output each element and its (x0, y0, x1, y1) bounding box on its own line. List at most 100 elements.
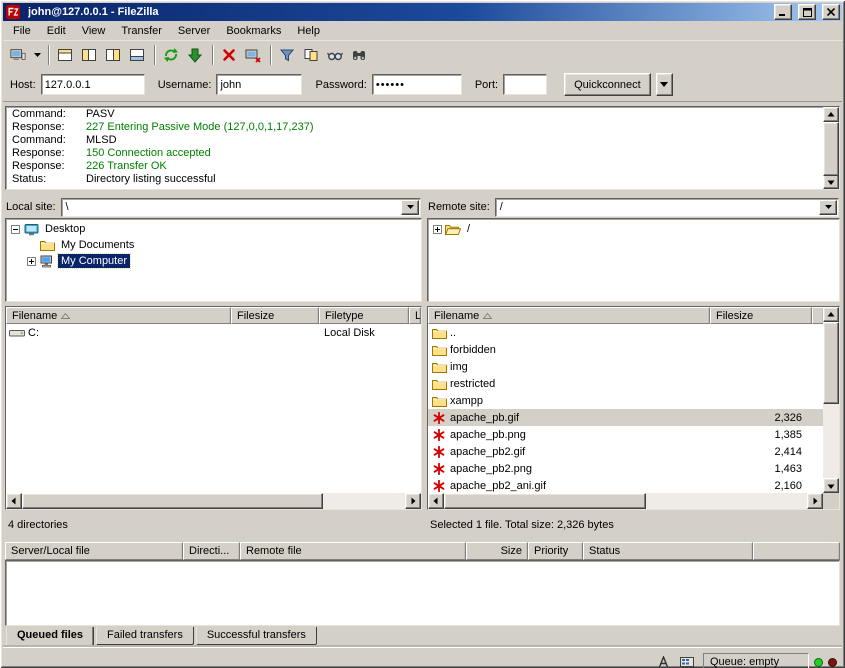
menu-item-transfer[interactable]: Transfer (113, 23, 170, 39)
local-site-dropdown-icon[interactable] (401, 200, 419, 215)
port-input[interactable] (503, 74, 547, 95)
remote-file-row[interactable]: apache_pb2.png1,463 (428, 460, 823, 477)
remote-file-row[interactable]: apache_pb.png1,385 (428, 426, 823, 443)
remote-file-row[interactable]: .. (428, 324, 823, 341)
local-column-filetype[interactable]: Filetype (319, 307, 409, 324)
toggle-log-button[interactable] (54, 44, 78, 66)
tab-successful-transfers[interactable]: Successful transfers (196, 627, 317, 645)
local-directory-tree[interactable]: DesktopMy DocumentsMy Computer (5, 218, 422, 302)
toggle-remote-tree-button[interactable] (102, 44, 126, 66)
remote-file-row[interactable]: apache_pb.gif2,326 (428, 409, 823, 426)
scroll-right-icon[interactable] (807, 493, 823, 509)
scroll-left-icon[interactable] (6, 493, 22, 509)
remote-site-combobox[interactable]: / (495, 198, 839, 217)
cancel-button[interactable] (218, 44, 242, 66)
queue-column-directi[interactable]: Directi... (183, 542, 240, 560)
maximize-button[interactable] (798, 4, 816, 20)
menu-item-view[interactable]: View (74, 23, 114, 39)
remote-file-list[interactable]: FilenameFilesize .. forbidden imgrestricte… (427, 306, 840, 510)
local-tree-item-desktop[interactable]: Desktop (6, 221, 421, 237)
remote-file-row[interactable]: xampp (428, 392, 823, 409)
menu-item-help[interactable]: Help (289, 23, 328, 39)
scroll-down-icon[interactable] (823, 478, 839, 493)
disconnect-button[interactable] (242, 44, 266, 66)
menu-item-bookmarks[interactable]: Bookmarks (218, 23, 289, 39)
remote-file-row[interactable]: forbidden (428, 341, 823, 358)
menu-item-edit[interactable]: Edit (39, 23, 74, 39)
local-file-row[interactable]: C:Local Disk (6, 324, 421, 341)
compare-button[interactable] (300, 44, 324, 66)
scrollbar-track[interactable] (823, 322, 839, 478)
scrollbar-thumb[interactable] (22, 493, 323, 509)
host-input[interactable] (41, 74, 145, 95)
process-queue-button[interactable] (184, 44, 208, 66)
log-vertical-scrollbar[interactable] (823, 107, 839, 189)
local-file-list-body[interactable]: C:Local Disk (6, 324, 421, 493)
message-log[interactable]: Command:PASVResponse:227 Entering Passiv… (5, 106, 840, 190)
local-column-l[interactable]: L (409, 307, 421, 324)
local-column-filename[interactable]: Filename (6, 307, 231, 324)
scrollbar-thumb[interactable] (823, 322, 839, 404)
queue-column-status[interactable]: Status (583, 542, 753, 560)
queue-column-size[interactable]: Size (466, 542, 528, 560)
remote-column-filesize[interactable]: Filesize (710, 307, 812, 324)
transfer-queue-body[interactable] (5, 560, 840, 626)
remote-file-row[interactable]: img (428, 358, 823, 375)
local-tree-item-my-documents[interactable]: My Documents (6, 237, 421, 253)
remote-directory-tree[interactable]: / (427, 218, 840, 302)
local-horizontal-scrollbar[interactable] (6, 493, 421, 509)
collapse-icon[interactable] (11, 225, 20, 234)
remote-vertical-scrollbar[interactable] (823, 307, 839, 493)
toggle-local-tree-button[interactable] (78, 44, 102, 66)
remote-column-filename[interactable]: Filename (428, 307, 710, 324)
remote-file-row[interactable]: restricted (428, 375, 823, 392)
quickconnect-button[interactable]: Quickconnect (564, 73, 651, 96)
toggle-local-tree-icon (81, 48, 97, 62)
remote-file-list-body[interactable]: ..forbiddenimgrestrictedxamppapache_pb.g… (428, 324, 839, 493)
queue-column-priority[interactable]: Priority (528, 542, 583, 560)
quickconnect-dropdown-icon[interactable] (656, 73, 673, 96)
menu-item-file[interactable]: File (5, 23, 39, 39)
tab-failed-transfers[interactable]: Failed transfers (96, 627, 194, 645)
scroll-up-icon[interactable] (823, 107, 839, 122)
file-name: forbidden (450, 344, 496, 356)
scroll-up-icon[interactable] (823, 307, 839, 322)
refresh-button[interactable] (160, 44, 184, 66)
remote-file-row[interactable]: apache_pb2.gif2,414 (428, 443, 823, 460)
queue-column-remote-file[interactable]: Remote file (240, 542, 466, 560)
tab-queued-files[interactable]: Queued files (6, 627, 94, 647)
close-button[interactable] (822, 4, 840, 20)
remote-tree-item-item[interactable]: / (428, 221, 839, 237)
file-name-cell: apache_pb.gif (428, 411, 710, 425)
expand-icon[interactable] (433, 225, 442, 234)
remote-horizontal-scrollbar[interactable] (428, 493, 823, 509)
local-file-list[interactable]: FilenameFilesizeFiletypeL C:Local Disk (5, 306, 422, 510)
site-manager-dropdown-icon[interactable] (31, 44, 44, 66)
remote-site-dropdown-icon[interactable] (819, 200, 837, 215)
filter-button[interactable] (276, 44, 300, 66)
sync-browse-button[interactable] (324, 44, 348, 66)
site-manager-button[interactable] (7, 44, 31, 66)
title-bar[interactable]: john@127.0.0.1 - FileZilla (3, 3, 842, 21)
find-button[interactable] (348, 44, 372, 66)
username-input[interactable] (216, 74, 302, 95)
password-input[interactable] (372, 74, 462, 95)
remote-file-row[interactable]: apache_pb2_ani.gif2,160 (428, 477, 823, 493)
scrollbar-track[interactable] (22, 493, 405, 509)
toggle-queue-icon (129, 48, 145, 62)
local-tree-item-my-computer[interactable]: My Computer (6, 253, 421, 269)
local-site-combobox[interactable]: \ (61, 198, 421, 217)
queue-column-server-local-file[interactable]: Server/Local file (5, 542, 183, 560)
toggle-queue-button[interactable] (126, 44, 150, 66)
scroll-down-icon[interactable] (823, 174, 839, 189)
scrollbar-track[interactable] (444, 493, 807, 509)
expand-icon[interactable] (27, 257, 36, 266)
scrollbar-track[interactable] (823, 122, 839, 174)
scrollbar-thumb[interactable] (823, 122, 839, 176)
scroll-left-icon[interactable] (428, 493, 444, 509)
local-column-filesize[interactable]: Filesize (231, 307, 319, 324)
scrollbar-thumb[interactable] (444, 493, 646, 509)
minimize-button[interactable] (774, 4, 792, 20)
scroll-right-icon[interactable] (405, 493, 421, 509)
menu-item-server[interactable]: Server (170, 23, 218, 39)
